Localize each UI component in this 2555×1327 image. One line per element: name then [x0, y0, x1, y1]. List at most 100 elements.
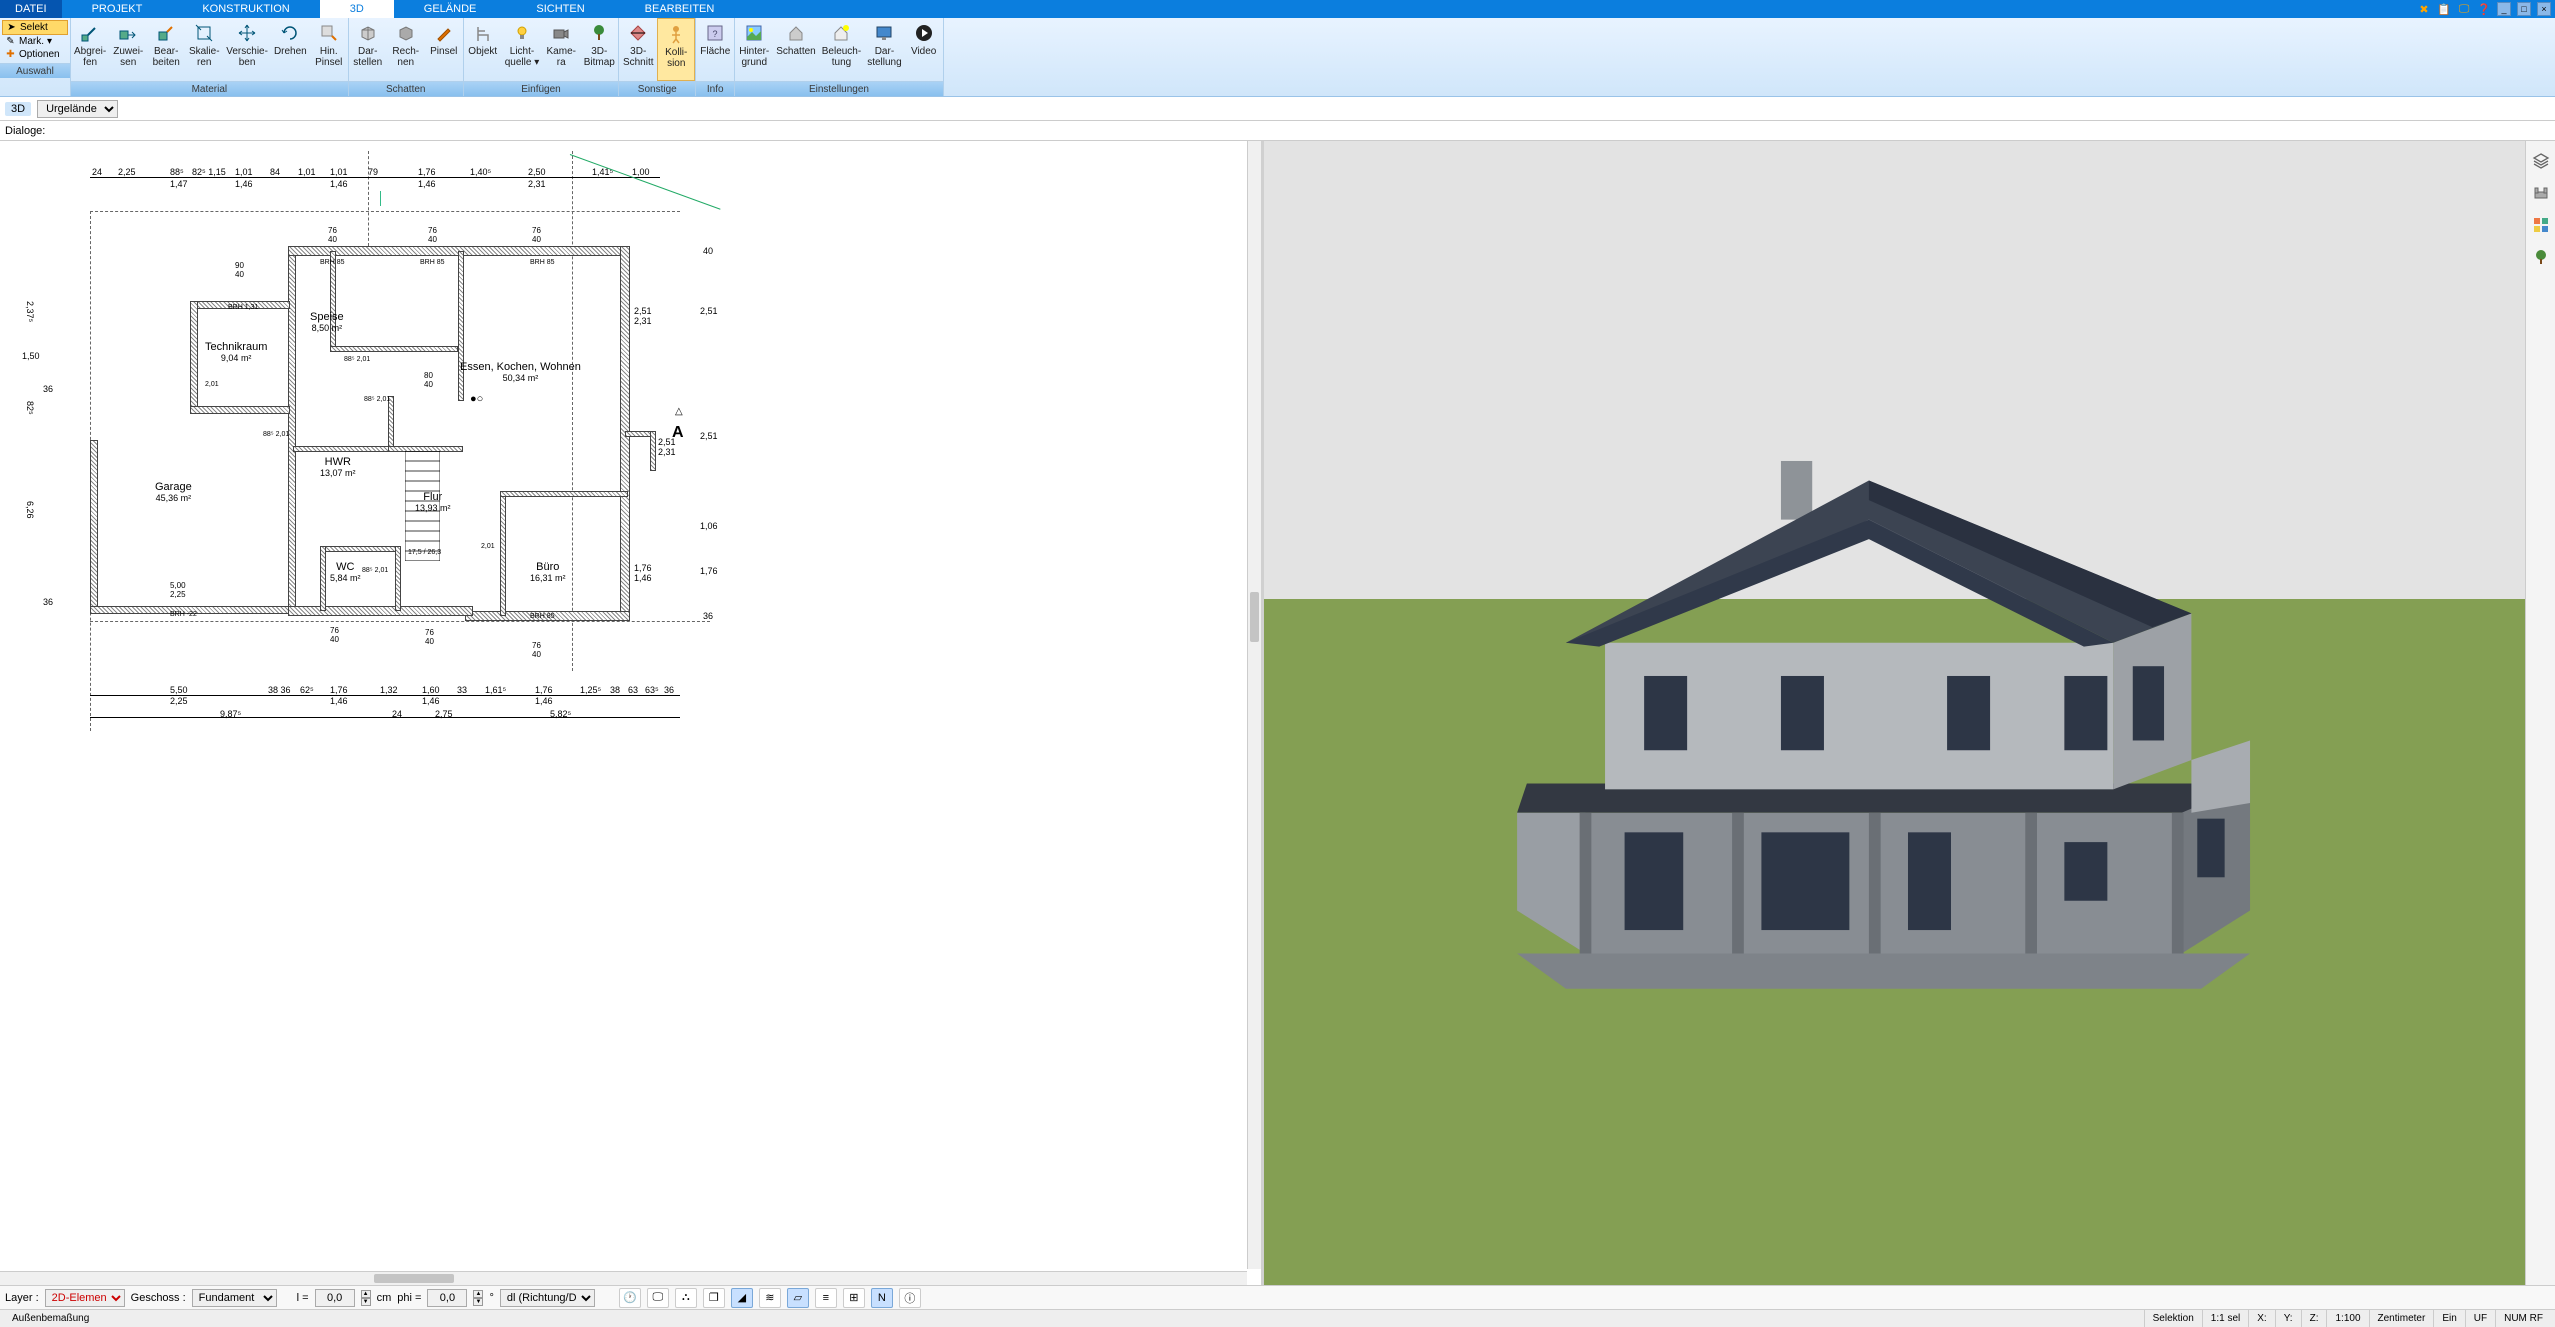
- bitmap3d-button[interactable]: 3D-Bitmap: [580, 18, 618, 81]
- ribbon-group-auswahl: ➤Selekt ✎Mark. ▾ ✚Optionen Auswahl: [0, 18, 71, 96]
- room-speise: Speise8,50 m²: [310, 311, 344, 333]
- flaeche-button[interactable]: ?Fläche: [696, 18, 734, 81]
- layers2-icon[interactable]: ≋: [759, 1288, 781, 1308]
- objekt-button[interactable]: Objekt: [464, 18, 502, 81]
- stack-icon[interactable]: ≡: [815, 1288, 837, 1308]
- status-z: Z:: [2301, 1310, 2327, 1327]
- phi-spinner[interactable]: ▲▼: [473, 1290, 483, 1306]
- abgreifen-button[interactable]: Abgrei-fen: [71, 18, 109, 81]
- svg-text:?: ?: [713, 29, 718, 39]
- info-icon[interactable]: ⓘ: [899, 1288, 921, 1308]
- mark-button[interactable]: ✎Mark. ▾: [2, 35, 68, 48]
- video-button[interactable]: Video: [905, 18, 943, 81]
- lichtquelle-button[interactable]: Licht-quelle ▾: [502, 18, 543, 81]
- grid-icon[interactable]: ⊞: [843, 1288, 865, 1308]
- close-button[interactable]: ×: [2537, 2, 2551, 16]
- menu-gelaende[interactable]: GELÄNDE: [394, 0, 507, 18]
- house-shadow-icon: [784, 21, 808, 45]
- darstellung-button[interactable]: Dar-stellung: [864, 18, 904, 81]
- schnitt3d-button[interactable]: 3D-Schnitt: [619, 18, 657, 81]
- status-bar: Außenbemaßung Selektion 1:1 sel X: Y: Z:…: [0, 1309, 2555, 1327]
- title-right-controls: ✖ 📋 🖵 ❓ _ □ ×: [2417, 0, 2555, 18]
- beleuchtung-button[interactable]: Beleuch-tung: [819, 18, 864, 81]
- workspace: Technikraum9,04 m² Speise8,50 m² Essen, …: [0, 141, 2555, 1285]
- monitor-small-icon[interactable]: 🖵: [647, 1288, 669, 1308]
- tool2-icon[interactable]: 📋: [2437, 2, 2451, 16]
- assign-icon: [116, 21, 140, 45]
- bottom-toolbar: Layer : 2D-Elemen Geschoss : Fundament l…: [0, 1285, 2555, 1309]
- kollision-button[interactable]: Kolli-sion: [657, 18, 695, 81]
- section-a-arrow: △: [675, 406, 683, 417]
- scrollbar-2d-v[interactable]: [1247, 141, 1261, 1269]
- monitor-icon: [872, 21, 896, 45]
- status-scale: 1:1 sel: [2202, 1310, 2248, 1327]
- skalieren-button[interactable]: Skalie-ren: [185, 18, 223, 81]
- drehen-button[interactable]: Drehen: [271, 18, 310, 81]
- minimize-button[interactable]: _: [2497, 2, 2511, 16]
- clock-icon[interactable]: 🕐: [619, 1288, 641, 1308]
- status-uf: UF: [2465, 1310, 2495, 1327]
- ribbon-group-einstellungen: Hinter-grund Schatten Beleuch-tung Dar-s…: [735, 18, 943, 96]
- verschieben-button[interactable]: Verschie-ben: [223, 18, 271, 81]
- view-3d[interactable]: [1264, 141, 2525, 1285]
- menu-datei[interactable]: DATEI: [0, 0, 62, 18]
- copy-icon[interactable]: ❐: [703, 1288, 725, 1308]
- pencil-icon: ✎: [5, 36, 16, 47]
- hinpinsel-button[interactable]: Hin.Pinsel: [310, 18, 348, 81]
- hintergrund-button[interactable]: Hinter-grund: [735, 18, 773, 81]
- status-y: Y:: [2275, 1310, 2301, 1327]
- maximize-button[interactable]: □: [2517, 2, 2531, 16]
- optionen-button[interactable]: ✚Optionen: [2, 48, 68, 61]
- geschoss-select[interactable]: Fundament: [192, 1289, 277, 1307]
- schatten-rechnen-button[interactable]: Rech-nen: [387, 18, 425, 81]
- l-input[interactable]: [315, 1289, 355, 1307]
- furniture-icon[interactable]: [2531, 183, 2551, 203]
- room-hwr: HWR13,07 m²: [320, 456, 356, 478]
- colorpalette-icon[interactable]: [2531, 215, 2551, 235]
- status-numr: NUM RF: [2495, 1310, 2551, 1327]
- l-spinner[interactable]: ▲▼: [361, 1290, 371, 1306]
- tool1-icon[interactable]: ✖: [2417, 2, 2431, 16]
- plant-icon[interactable]: [2531, 247, 2551, 267]
- menu-3d[interactable]: 3D: [320, 0, 394, 18]
- terrain-select[interactable]: Urgelände: [37, 100, 118, 118]
- diag2-icon[interactable]: ▱: [787, 1288, 809, 1308]
- pinsel-button[interactable]: Pinsel: [425, 18, 463, 81]
- zuweisen-button[interactable]: Zuwei-sen: [109, 18, 147, 81]
- kamera-button[interactable]: Kame-ra: [542, 18, 580, 81]
- camera-icon: [549, 21, 573, 45]
- room-technikraum: Technikraum9,04 m²: [205, 341, 267, 363]
- group-label-schatten: Schatten: [349, 81, 463, 96]
- room-flur: Flur13,93 m²: [415, 491, 451, 513]
- mat-bearbeiten-button[interactable]: Bear-beiten: [147, 18, 185, 81]
- help-icon[interactable]: ❓: [2477, 2, 2491, 16]
- person-icon: [664, 22, 688, 46]
- cut-icon: [626, 21, 650, 45]
- chair-icon: [471, 21, 495, 45]
- schatten-set-button[interactable]: Schatten: [773, 18, 818, 81]
- scrollbar-2d-h[interactable]: [0, 1271, 1247, 1285]
- view-2d-floorplan[interactable]: Technikraum9,04 m² Speise8,50 m² Essen, …: [0, 141, 1264, 1285]
- n-icon[interactable]: N: [871, 1288, 893, 1308]
- layer-label: Layer :: [5, 1292, 39, 1304]
- dialoge-bar: Dialoge:: [0, 121, 2555, 141]
- cursor-icon: ➤: [6, 22, 17, 33]
- diag1-icon[interactable]: ◢: [731, 1288, 753, 1308]
- phi-input[interactable]: [427, 1289, 467, 1307]
- status-ein: Ein: [2433, 1310, 2464, 1327]
- right-palette: [2525, 141, 2555, 1285]
- schatten-darstellen-button[interactable]: Dar-stellen: [349, 18, 387, 81]
- layers-icon[interactable]: [2531, 151, 2551, 171]
- sub-bar: 3D Urgelände: [0, 97, 2555, 121]
- menu-sichten[interactable]: SICHTEN: [506, 0, 614, 18]
- menu-projekt[interactable]: PROJEKT: [62, 0, 173, 18]
- menu-bearbeiten[interactable]: BEARBEITEN: [615, 0, 745, 18]
- geschoss-label: Geschoss :: [131, 1292, 186, 1304]
- menu-konstruktion[interactable]: KONSTRUKTION: [172, 0, 319, 18]
- tool3-icon[interactable]: 🖵: [2457, 2, 2471, 16]
- phi-label: phi =: [397, 1292, 421, 1304]
- select-button[interactable]: ➤Selekt: [2, 20, 68, 35]
- layer-select[interactable]: 2D-Elemen: [45, 1289, 125, 1307]
- linked-icon[interactable]: ⛬: [675, 1288, 697, 1308]
- mode-select[interactable]: dl (Richtung/Di: [500, 1289, 595, 1307]
